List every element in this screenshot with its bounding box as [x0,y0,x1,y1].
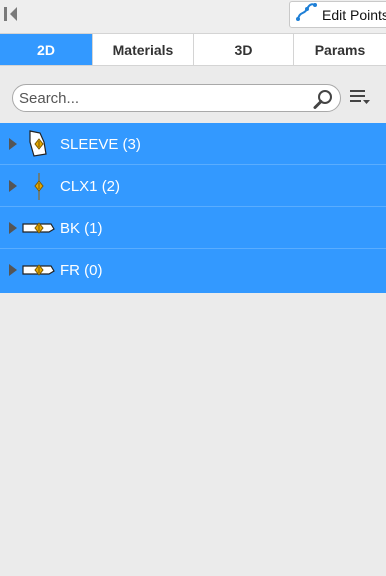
expand-arrow-icon[interactable] [9,138,17,150]
flat-piece-icon [21,212,55,244]
tab-params[interactable]: Params [294,34,386,65]
tree-item-fr[interactable]: FR (0) [0,249,386,293]
sort-list-icon[interactable] [349,86,371,108]
tree-item-clx1[interactable]: CLX1 (2) [0,165,386,207]
search-box [12,84,341,112]
edit-points-button[interactable]: Edit Points [289,1,386,28]
edit-points-label: Edit Points [322,6,386,23]
tab-bar: 2D Materials 3D Params [0,33,386,66]
edit-points-curve-icon [295,1,317,28]
expand-arrow-icon[interactable] [9,180,17,192]
line-piece-icon [21,170,55,202]
tab-materials[interactable]: Materials [93,34,194,65]
expand-arrow-icon[interactable] [9,264,17,276]
sleeve-piece-icon [21,128,55,160]
top-toolbar: Edit Points [0,0,386,33]
search-area [0,66,386,123]
search-input[interactable] [19,88,309,108]
flat-piece-icon [21,254,55,286]
tree-item-bk[interactable]: BK (1) [0,207,386,249]
tree-item-sleeve[interactable]: SLEEVE (3) [0,123,386,165]
piece-tree: SLEEVE (3) CLX1 (2) BK (1) FR (0) [0,123,386,293]
tree-item-label: BK (1) [60,220,103,237]
tab-3d[interactable]: 3D [194,34,294,65]
collapse-panel-icon[interactable] [3,4,21,24]
tree-item-label: FR (0) [60,262,103,279]
tree-item-label: SLEEVE (3) [60,136,141,153]
tree-item-label: CLX1 (2) [60,178,121,195]
magnifier-icon[interactable] [312,88,334,110]
expand-arrow-icon[interactable] [9,222,17,234]
tab-2d[interactable]: 2D [0,34,93,65]
